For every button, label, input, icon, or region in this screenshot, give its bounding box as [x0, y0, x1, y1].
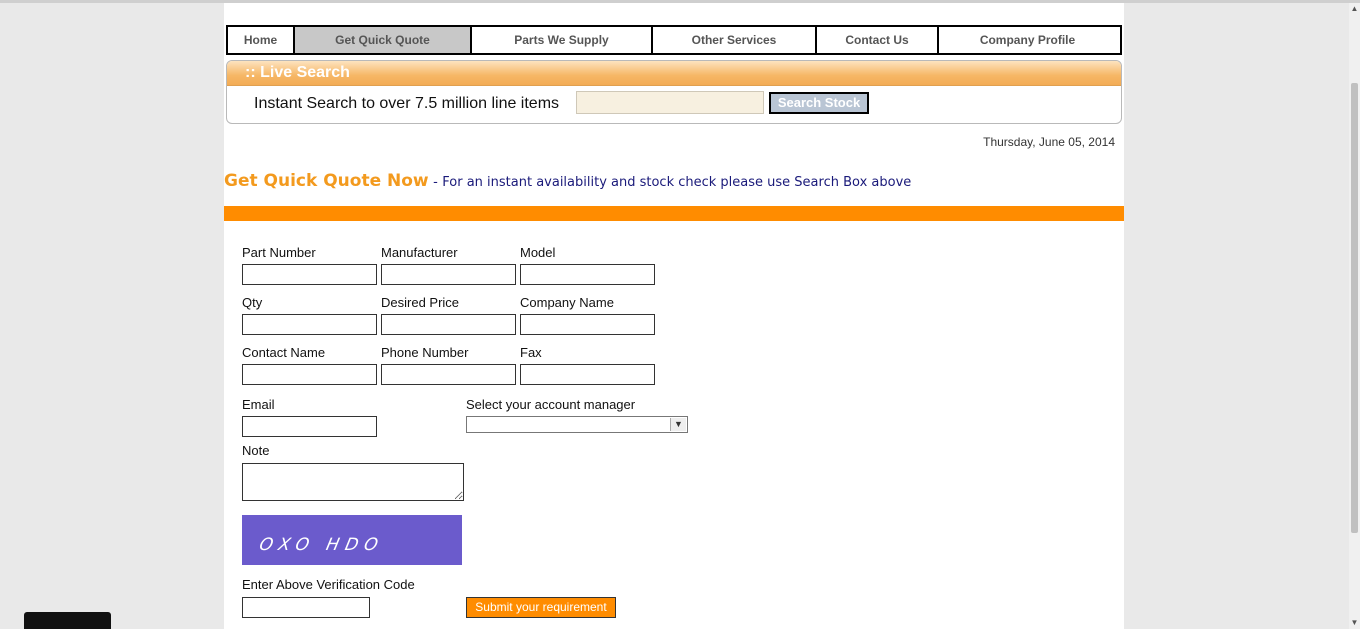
label-fax: Fax — [520, 345, 542, 360]
company-name-input[interactable] — [520, 314, 655, 335]
submit-requirement-button[interactable]: Submit your requirement — [466, 597, 616, 618]
label-desired-price: Desired Price — [381, 295, 460, 310]
quote-subtitle: For an instant availability and stock ch… — [442, 175, 912, 190]
nav-parts-we-supply[interactable]: Parts We Supply — [472, 27, 653, 53]
scroll-up-icon[interactable]: ▲ — [1349, 3, 1360, 15]
label-note: Note — [242, 443, 270, 458]
label-phone-number: Phone Number — [381, 345, 469, 360]
desired-price-input[interactable] — [381, 314, 516, 335]
nav-other-services[interactable]: Other Services — [653, 27, 817, 53]
label-part-number: Part Number — [242, 245, 316, 260]
scroll-down-icon[interactable]: ▼ — [1349, 617, 1360, 629]
label-verification-code: Enter Above Verification Code — [242, 577, 415, 592]
captcha-text: OXO HDO — [258, 535, 386, 555]
qty-input[interactable] — [242, 314, 377, 335]
label-account-manager: Select your account manager — [466, 397, 636, 412]
current-date: Thursday, June 05, 2014 — [983, 135, 1115, 149]
captcha-image: OXO HDO — [242, 515, 462, 565]
label-manufacturer: Manufacturer — [381, 245, 458, 260]
email-input[interactable] — [242, 416, 377, 437]
verification-code-input[interactable] — [242, 597, 370, 618]
model-input[interactable] — [520, 264, 655, 285]
label-contact-name: Contact Name — [242, 345, 326, 360]
live-search-input[interactable] — [576, 91, 764, 114]
live-search-panel: :: Live Search Instant Search to over 7.… — [226, 60, 1122, 124]
main-nav: Home Get Quick Quote Parts We Supply Oth… — [226, 25, 1122, 55]
contact-name-input[interactable] — [242, 364, 377, 385]
quote-separator: - — [433, 175, 438, 190]
floating-widget-tab[interactable] — [24, 612, 111, 629]
phone-number-input[interactable] — [381, 364, 516, 385]
nav-contact-us[interactable]: Contact Us — [817, 27, 939, 53]
scrollbar-thumb[interactable] — [1351, 83, 1358, 533]
nav-get-quick-quote[interactable]: Get Quick Quote — [295, 27, 472, 53]
live-search-prompt: Instant Search to over 7.5 million line … — [254, 95, 560, 112]
chevron-down-icon[interactable]: ▼ — [670, 418, 686, 431]
label-qty: Qty — [242, 295, 263, 310]
quote-title: Get Quick Quote Now — [224, 171, 429, 191]
vertical-scrollbar[interactable]: ▲ ▼ — [1349, 3, 1360, 629]
part-number-input[interactable] — [242, 264, 377, 285]
fax-input[interactable] — [520, 364, 655, 385]
search-stock-button[interactable]: Search Stock — [769, 92, 869, 114]
quote-heading: Get Quick Quote Now - For an instant ava… — [224, 171, 911, 191]
nav-company-profile[interactable]: Company Profile — [939, 27, 1116, 53]
note-textarea[interactable] — [242, 463, 464, 501]
page-container: Home Get Quick Quote Parts We Supply Oth… — [224, 3, 1124, 629]
label-email: Email — [242, 397, 275, 412]
manufacturer-input[interactable] — [381, 264, 516, 285]
label-model: Model — [520, 245, 556, 260]
label-company-name: Company Name — [520, 295, 614, 310]
account-manager-select[interactable]: ▼ — [466, 416, 688, 433]
live-search-title: :: Live Search — [227, 61, 1121, 86]
orange-divider — [224, 206, 1124, 221]
nav-home[interactable]: Home — [228, 27, 295, 53]
